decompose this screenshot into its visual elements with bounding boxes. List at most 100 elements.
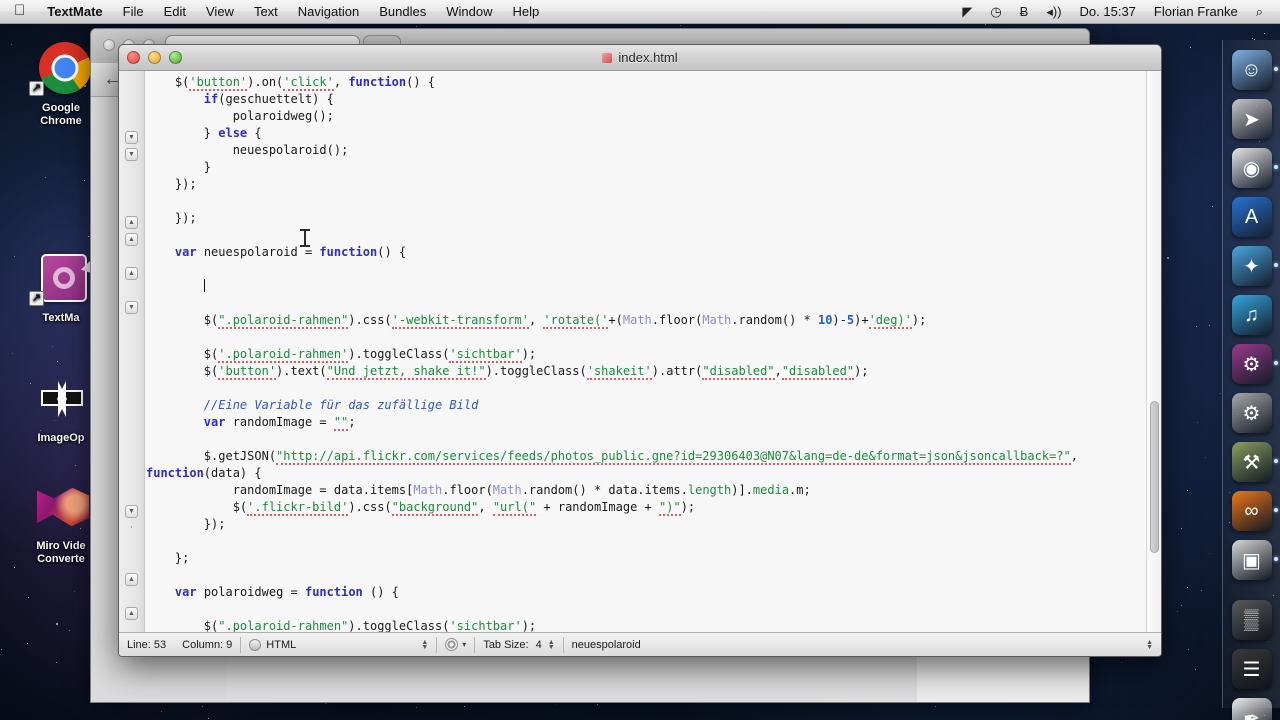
editor-gutter[interactable]: ▼▼▲▲▲▼▼·▲▲▼ [119,71,145,632]
code-line[interactable] [146,193,1145,210]
code-line[interactable]: if(geschuettelt) { [146,91,1145,108]
code-line[interactable]: }); [146,210,1145,227]
code-line[interactable]: } else { [146,125,1145,142]
bundle-menu[interactable]: ▾ [437,633,474,656]
code-line[interactable]: }); [146,176,1145,193]
menubar-item-file[interactable]: File [113,0,154,24]
code-line[interactable] [146,567,1145,584]
macos-menubar[interactable]:  TextMateFileEditViewTextNavigationBund… [0,0,1280,24]
code-line[interactable] [146,533,1145,550]
code-line[interactable] [146,295,1145,312]
menubar-item-edit[interactable]: Edit [154,0,196,24]
textmate-titlebar[interactable]: index.html [119,45,1161,71]
dock-item-launchpad[interactable]: ➤ [1230,97,1274,141]
zoom-button[interactable] [169,51,182,64]
dock-item-textmate[interactable]: ⚙ [1230,342,1278,386]
textmate-window-controls[interactable] [127,51,182,64]
code-line[interactable] [146,431,1145,448]
fold-marker-up[interactable]: ▲ [125,216,138,229]
symbol-selector[interactable]: neuespolaroid ▲ ▼ [564,633,1161,656]
editor-status-bar[interactable]: Line: 53 Column: 9 HTML ▲ ▼ ▾ Tab Size: … [119,632,1161,656]
code-line[interactable]: }; [146,550,1145,567]
fold-marker-up[interactable]: ▲ [125,607,138,620]
code-line[interactable]: }); [146,516,1145,533]
code-line[interactable]: $('.polaroid-rahmen').toggleClass('sicht… [146,346,1145,363]
code-line[interactable]: var randomImage = ""; [146,414,1145,431]
menubar-item-view[interactable]: View [196,0,244,24]
minimize-button[interactable] [148,51,161,64]
dock-item-stack-folder[interactable]: ▒ [1230,598,1274,642]
stepper-down-icon[interactable]: ▼ [421,644,428,651]
fold-marker-up[interactable]: ▲ [125,233,138,246]
chrome-close-button[interactable] [103,39,115,51]
menubar-item-window[interactable]: Window [436,0,502,24]
code-line[interactable]: polaroidweg(); [146,108,1145,125]
dock-item-finder[interactable]: ☺ [1230,48,1278,92]
code-line[interactable]: function(data) { [146,465,1145,482]
code-line[interactable]: } [146,159,1145,176]
dock-item-safari[interactable]: ✦ [1230,244,1278,288]
menubar-item-text[interactable]: Text [244,0,288,24]
editor-code-area[interactable]: $('button').on('click', function() { if(… [146,71,1145,632]
editor-vertical-scrollbar[interactable] [1146,71,1161,632]
code-line[interactable]: $(".polaroid-rahmen").css('-webkit-trans… [146,312,1145,329]
code-line[interactable] [146,601,1145,618]
stepper-down-icon[interactable]: ▼ [1146,644,1153,651]
code-editor[interactable]: ▼▼▲▲▲▼▼·▲▲▼ $('button').on('click', func… [119,71,1161,632]
tab-size-stepper-icon[interactable]: ▲ ▼ [548,639,555,651]
code-line[interactable]: //Eine Variable für das zufällige Bild [146,397,1145,414]
textmate-window[interactable]: index.html ▼ ▼ ▲ ▲ ▲ ▼ ▼ · ▲ ▲ ▼ $('button').on('c… [118,44,1162,657]
fold-marker-down[interactable]: ▼ [125,505,138,518]
fold-marker-up[interactable]: ▲ [125,573,138,586]
dock-item-xampp[interactable]: ∞ [1230,489,1278,533]
menubar-item-textmate[interactable]: TextMate [37,0,112,24]
fold-marker-down[interactable]: ▼ [125,148,138,161]
search-icon[interactable]: ⌕ [1247,0,1272,24]
dock-item-downloads-folder[interactable]: ☰ [1230,647,1274,691]
menubar-item-bundles[interactable]: Bundles [369,0,436,24]
dock-item-app-store[interactable]: A [1230,195,1274,239]
symbol-stepper-icon[interactable]: ▲ ▼ [1146,639,1153,651]
menubar-username[interactable]: Florian Franke [1145,4,1247,19]
code-line[interactable] [146,261,1145,278]
code-line[interactable] [146,227,1145,244]
menubar-item-help[interactable]: Help [502,0,549,24]
menubar-item-navigation[interactable]: Navigation [288,0,369,24]
dock-item-documents-folder[interactable]: ✒ [1230,696,1274,720]
code-line[interactable] [146,380,1145,397]
macos-dock[interactable]: ☺➤◉A✦♫⚙⚙⚒∞▣▒☰✒⌧ [1222,40,1280,720]
volume-icon[interactable]: ◂)) [1037,0,1070,24]
bluetooth-icon[interactable]: Ƀ [1011,0,1038,24]
chevron-down-icon[interactable]: ▾ [462,640,466,649]
dock-item-google-chrome[interactable]: ◉ [1230,146,1278,190]
language-stepper-icon[interactable]: ▲ ▼ [421,639,428,651]
scrollbar-thumb[interactable] [1150,401,1159,553]
airplay-icon[interactable]: ◤ [953,0,981,24]
gear-icon[interactable] [445,638,459,651]
code-line[interactable]: $.getJSON("http://api.flickr.com/service… [146,448,1145,465]
dock-item-xcode[interactable]: ⚒ [1230,440,1278,484]
menubar-status-items[interactable]: ◤ ◷ Ƀ ◂)) Do. 15:37 Florian Franke ⌕ [953,0,1280,24]
close-button[interactable] [127,51,140,64]
fold-marker-down[interactable]: ▼ [125,301,138,314]
code-line[interactable]: var polaroidweg = function () { [146,584,1145,601]
fold-marker-up[interactable]: ▲ [125,267,138,280]
stepper-down-icon[interactable]: ▼ [548,644,555,651]
code-line[interactable]: randomImage = data.items[Math.floor(Math… [146,482,1145,499]
code-line[interactable]: $('button').on('click', function() { [146,74,1145,91]
fold-marker-dot[interactable]: · [125,522,138,535]
language-selector[interactable]: HTML ▲ ▼ [241,633,436,656]
code-line[interactable] [146,278,1145,295]
menubar-clock[interactable]: Do. 15:37 [1071,4,1145,19]
dock-item-itunes[interactable]: ♫ [1230,293,1274,337]
code-line[interactable]: $('.flickr-bild').css("background", "url… [146,499,1145,516]
apple-menu-icon[interactable]:  [8,3,37,20]
tab-size-control[interactable]: Tab Size: 4 ▲ ▼ [475,633,562,656]
dock-item-system-preferences[interactable]: ⚙ [1230,391,1274,435]
code-line[interactable] [146,329,1145,346]
dock-item-iphoto[interactable]: ▣ [1230,538,1278,582]
fold-marker-down[interactable]: ▼ [125,131,138,144]
code-line[interactable]: $(".polaroid-rahmen").toggleClass('sicht… [146,618,1145,632]
timemachine-icon[interactable]: ◷ [981,0,1010,24]
code-line[interactable]: $('button').text("Und jetzt, shake it!")… [146,363,1145,380]
